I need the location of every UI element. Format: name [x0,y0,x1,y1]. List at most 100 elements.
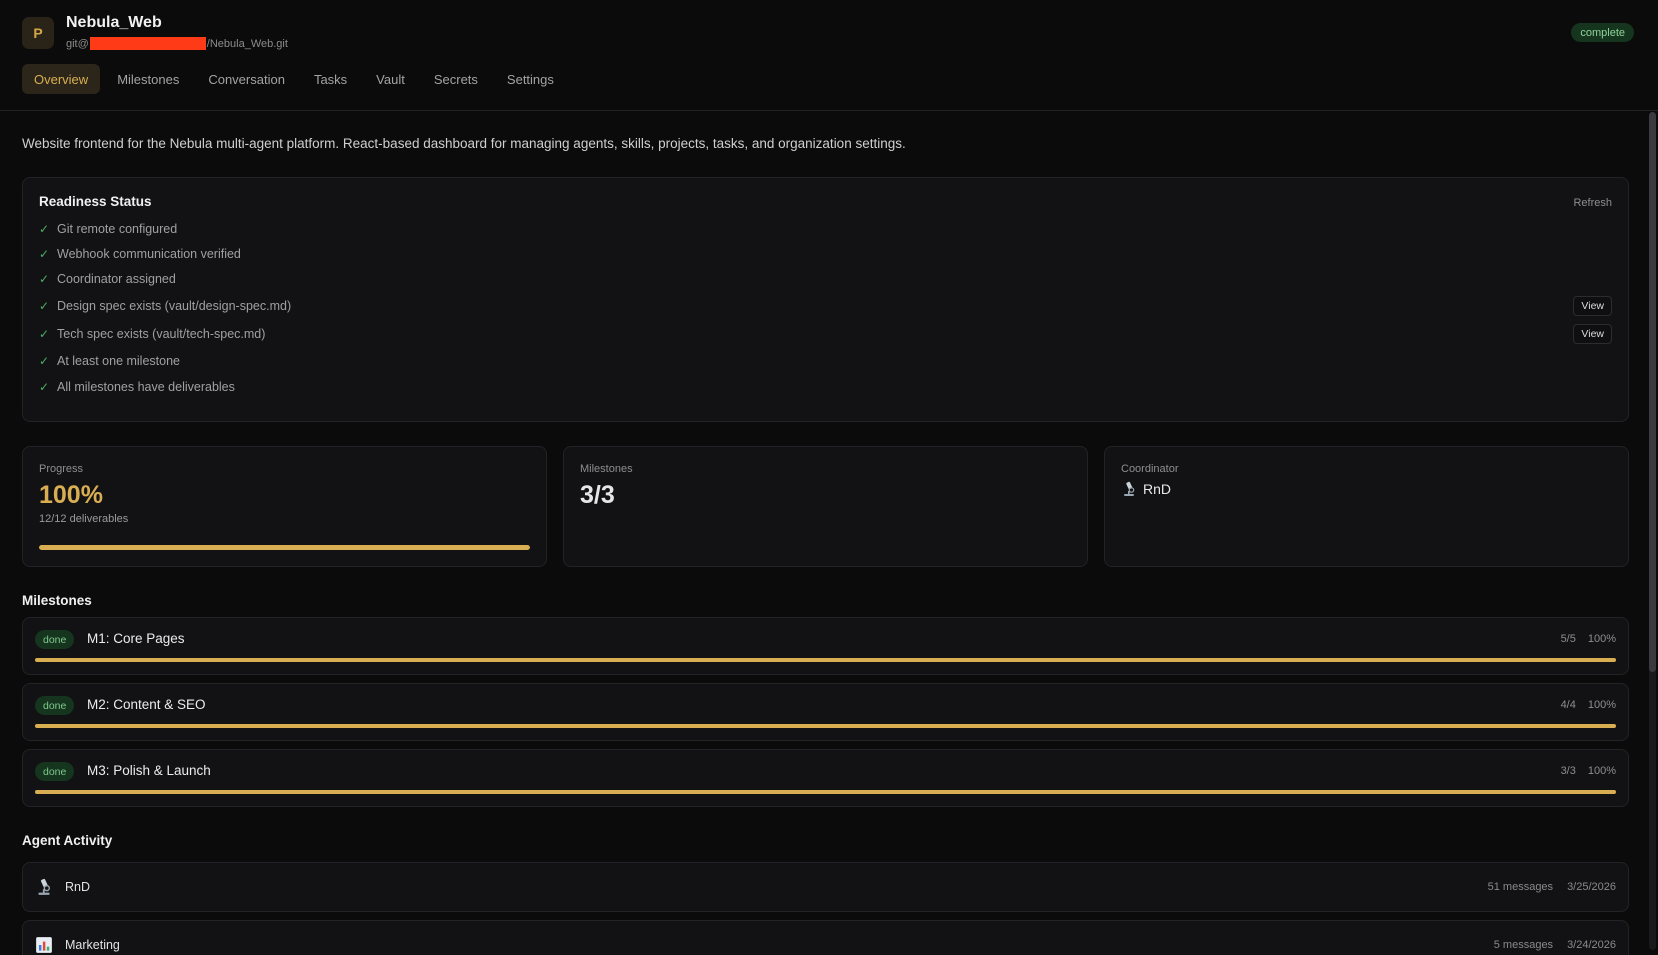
progress-bar-fill [39,545,530,550]
stats-row: Progress 100% 12/12 deliverables Milesto… [22,446,1629,567]
readiness-item-label: At least one milestone [57,354,180,368]
milestone-progress-bar [35,724,1616,728]
microscope-icon [38,878,50,895]
tab-overview[interactable]: Overview [22,64,101,94]
milestone-row[interactable]: done M1: Core Pages 5/5 100% [22,617,1629,675]
redacted-block [89,37,206,50]
readiness-item: ✓ All milestones have deliverables [39,374,1612,399]
view-design-spec-button[interactable]: View [1573,296,1612,316]
repo-prefix: git@ [66,37,89,50]
check-icon: ✓ [39,221,50,236]
milestone-percent: 100% [1587,765,1616,777]
refresh-button[interactable]: Refresh [1573,197,1612,209]
check-icon: ✓ [39,299,50,313]
agent-activity-meta: 5 messages 3/24/2026 [1494,939,1616,951]
milestone-name: M2: Content & SEO [87,697,206,712]
readiness-item-label: Git remote configured [57,221,178,236]
project-overview-page: P Nebula_Web git@ /Nebula_Web.git comple… [0,0,1658,955]
repo-suffix: /Nebula_Web.git [206,37,288,50]
readiness-item-label: Webhook communication verified [57,246,241,261]
milestone-percent: 100% [1587,633,1616,645]
milestone-row[interactable]: done M2: Content & SEO 4/4 100% [22,683,1629,741]
project-repo-url: git@ /Nebula_Web.git [66,37,288,50]
overview-content: Website frontend for the Nebula multi-ag… [22,112,1629,955]
agent-last-active: 3/25/2026 [1567,881,1616,893]
agent-message-count: 51 messages [1487,881,1554,893]
milestones-section-title: Milestones [22,593,92,608]
readiness-checklist: ✓ Git remote configured ✓ Webhook commun… [39,216,1612,399]
milestone-row[interactable]: done M3: Polish & Launch 3/3 100% [22,749,1629,807]
readiness-card: Readiness Status Refresh ✓ Git remote co… [22,177,1629,422]
milestone-progress-fill [35,658,1616,662]
project-description: Website frontend for the Nebula multi-ag… [22,136,906,151]
readiness-item-label: All milestones have deliverables [57,379,235,394]
milestones-list: done M1: Core Pages 5/5 100% done M2: Co… [22,617,1629,807]
view-tech-spec-button[interactable]: View [1573,324,1612,344]
readiness-item-label: Tech spec exists (vault/tech-spec.md) [57,327,266,341]
readiness-item-label: Coordinator assigned [57,272,176,286]
agent-activity-list: RnD 51 messages 3/25/2026 Marketing 5 me… [22,862,1629,955]
project-title: Nebula_Web [66,14,162,31]
milestone-name: M1: Core Pages [87,631,185,646]
check-icon: ✓ [39,272,50,286]
project-tabs: Overview Milestones Conversation Tasks V… [22,64,571,94]
agent-activity-section-title: Agent Activity [22,833,113,848]
milestones-stat-label: Milestones [580,463,633,475]
project-header: P Nebula_Web git@ /Nebula_Web.git comple… [0,0,1658,111]
agent-name: Marketing [65,938,120,952]
milestone-count: 5/5 [1560,633,1576,645]
microscope-icon [1124,481,1135,496]
tab-tasks[interactable]: Tasks [302,64,359,94]
coordinator-name: RnD [1143,481,1172,497]
progress-deliverables: 12/12 deliverables [39,513,129,525]
milestone-status-badge: done [35,762,75,781]
project-avatar: P [22,17,54,49]
milestone-name: M3: Polish & Launch [87,763,211,778]
check-icon: ✓ [39,327,50,341]
coordinator-agent: RnD [1121,481,1612,497]
milestone-progress-bar [35,658,1616,662]
agent-name: RnD [65,880,91,894]
page-scrollbar[interactable] [1649,112,1656,950]
milestone-meta: 5/5 100% [1561,633,1616,645]
tab-milestones[interactable]: Milestones [105,64,191,94]
agent-last-active: 3/24/2026 [1567,939,1616,951]
milestone-status-badge: done [35,630,75,649]
milestone-progress-fill [35,790,1616,794]
agent-message-count: 5 messages [1493,939,1554,951]
tab-vault[interactable]: Vault [364,64,417,94]
coordinator-label: Coordinator [1121,463,1179,475]
tab-settings[interactable]: Settings [495,64,566,94]
agent-activity-row[interactable]: RnD 51 messages 3/25/2026 [22,862,1629,912]
milestone-percent: 100% [1587,699,1616,711]
agent-activity-row[interactable]: Marketing 5 messages 3/24/2026 [22,920,1629,955]
readiness-item: ✓ Design spec exists (vault/design-spec.… [39,292,1612,320]
milestones-stat-value: 3/3 [580,481,615,509]
milestone-progress-fill [35,724,1616,728]
milestone-status-badge: done [35,696,75,715]
milestone-progress-bar [35,790,1616,794]
milestone-count: 3/3 [1560,765,1576,777]
milestone-count: 4/4 [1560,699,1576,711]
coordinator-card: Coordinator RnD [1104,446,1629,567]
project-status-badge: complete [1571,23,1634,42]
progress-card: Progress 100% 12/12 deliverables [22,446,547,567]
check-icon: ✓ [39,379,50,394]
readiness-item: ✓ Tech spec exists (vault/tech-spec.md) … [39,320,1612,348]
scrollbar-thumb[interactable] [1649,112,1656,672]
agent-activity-meta: 51 messages 3/25/2026 [1488,881,1616,893]
milestone-meta: 3/3 100% [1561,765,1616,777]
readiness-item-label: Design spec exists (vault/design-spec.md… [57,299,292,313]
readiness-item: ✓ At least one milestone [39,348,1612,374]
readiness-item: ✓ Coordinator assigned [39,266,1612,292]
milestone-meta: 4/4 100% [1561,699,1616,711]
readiness-item: ✓ Webhook communication verified [39,241,1612,266]
check-icon: ✓ [39,246,50,261]
progress-bar [39,545,530,550]
tab-conversation[interactable]: Conversation [196,64,297,94]
check-icon: ✓ [39,354,50,368]
progress-label: Progress [39,463,84,475]
readiness-title: Readiness Status [39,194,152,209]
readiness-item: ✓ Git remote configured [39,216,1612,241]
tab-secrets[interactable]: Secrets [422,64,490,94]
